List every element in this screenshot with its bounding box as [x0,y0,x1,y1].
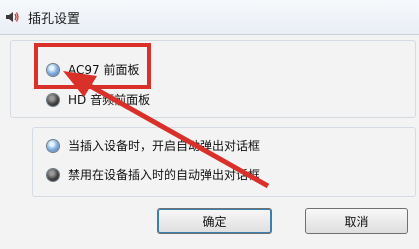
window-title: 插孔设置 [28,12,81,27]
cancel-button[interactable]: 取消 [305,208,408,234]
label-hd-audio-front-panel[interactable]: HD 音频前面板 [68,91,150,108]
radio-ac97-front-panel[interactable] [47,64,59,76]
speaker-icon [6,12,19,22]
label-enable-auto-popup[interactable]: 当插入设备时，开启自动弹出对话框 [68,137,260,154]
window-titlebar: 插孔设置 [0,0,419,35]
radio-enable-auto-popup[interactable] [47,140,59,152]
ok-button[interactable]: 确定 [157,208,272,234]
label-disable-auto-popup[interactable]: 禁用在设备插入时的自动弹出对话框 [68,166,260,183]
radio-disable-auto-popup[interactable] [47,169,59,181]
label-ac97-front-panel[interactable]: AC97 前面板 [68,61,139,78]
radio-hd-audio-front-panel[interactable] [47,94,59,106]
